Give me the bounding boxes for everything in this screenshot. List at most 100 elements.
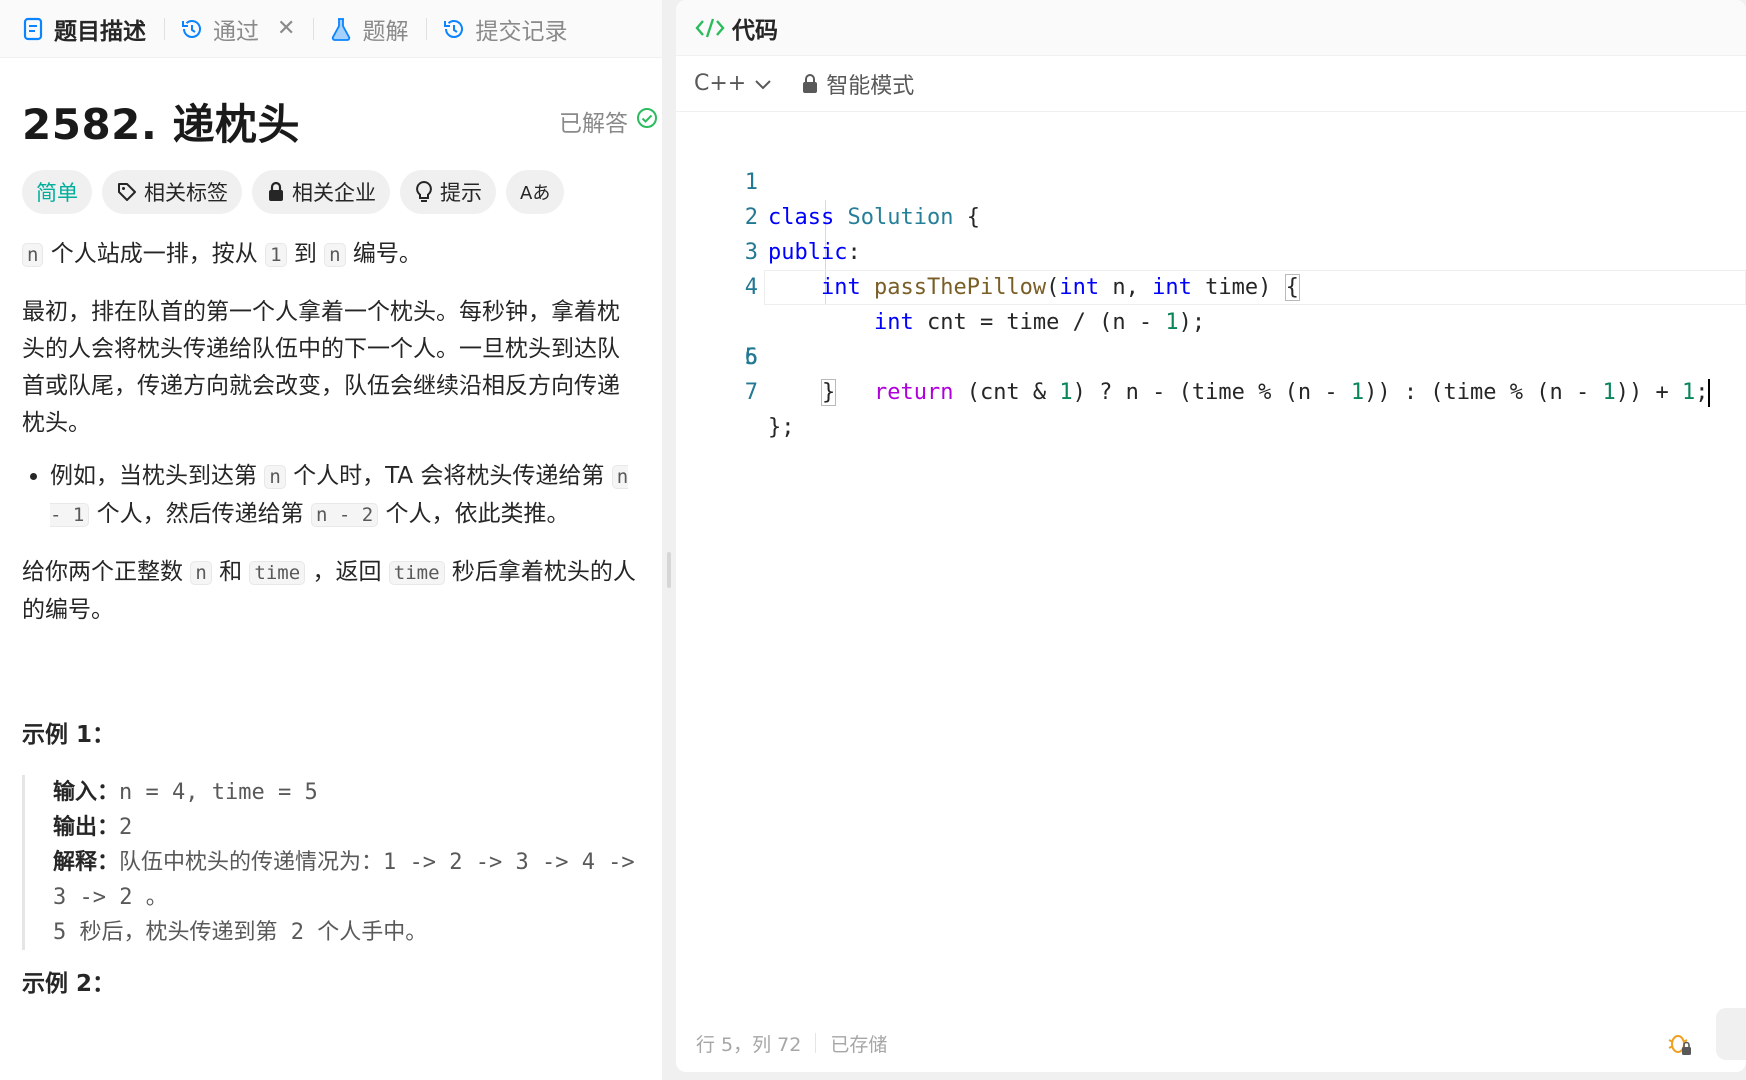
code-line: 2 public: [676,165,1746,265]
description-text: 个人站成一排，按从 [43,241,266,267]
save-status: 已存储 [830,1033,888,1056]
inline-code: n [324,243,346,267]
line-number: 7 [744,380,758,405]
example-output-value: 2 [119,815,133,840]
status-divider [815,1033,817,1053]
solved-label: 已解答 [559,111,628,137]
code-line: 3 int passThePillow(int n, int time) { [676,200,1746,301]
lock-icon [802,73,818,94]
translate-font-button[interactable]: Aあ [506,170,565,214]
description-text: 给你两个正整数 [22,559,191,585]
problem-description: 2582. 递枕头 已解答 简单 相关标签 相关企业 提示 Aあ n 个人站成一… [0,94,662,998]
flask-icon [328,16,354,42]
example-explanation-2: 5 秒后，枕头传递到第 2 个人手中。 [53,920,428,945]
tab-divider [313,17,315,40]
problem-panel: 题目描述 通过 ✕ 题解 提交记录 2582. 递枕头 已解答 简单 相关标签 … [0,0,662,1080]
tab-solutions-label: 题解 [362,18,409,45]
code-line: 1 class Solution { [676,130,1746,230]
description-text: 个人，依此类推。 [378,501,570,527]
inline-code: n [264,465,286,489]
example-title: 示例 2： [22,971,116,997]
inline-code: 1 [265,243,287,267]
description-text: 和 [211,559,250,585]
example-output: 输出：2 [53,810,642,845]
tab-accepted-label: 通过 [213,18,259,45]
code-text: return (cnt & 1) ? n - (time % (n - 1)) … [873,379,1711,407]
left-tab-bar: 题目描述 通过 ✕ 题解 提交记录 [0,0,662,58]
hint-button[interactable]: 提示 [400,170,496,214]
lightbulb-icon [414,180,434,204]
code-line: 6 } [676,305,1746,406]
inline-code: time [249,561,306,585]
description-text: 例如，当枕头到达第 [50,463,265,489]
editor-status-bar: 行 5，列 72 已存储 [676,1014,1746,1072]
example-block: 输入：n = 4, time = 5 输出：2 解释：队伍中枕头的传递情况为：1… [22,775,642,950]
chevron-down-icon [754,78,772,90]
related-tags-button[interactable]: 相关标签 [102,170,242,214]
example-input: 输入：n = 4, time = 5 [53,775,642,810]
close-icon[interactable]: ✕ [277,16,295,41]
language-select[interactable]: C++ [694,71,772,96]
description-text: 编号。 [345,241,422,267]
description-text: 到 [286,241,325,267]
difficulty-badge: 简单 [22,170,92,214]
example-input-value: n = 4, time = 5 [119,780,318,805]
panel-resizer[interactable] [662,0,676,1080]
document-icon [20,16,46,42]
solved-status: 已解答 [559,104,658,138]
tab-divider [426,17,428,40]
tab-description-label: 题目描述 [54,18,146,45]
resize-handle[interactable] [667,552,671,588]
example-title: 示例 1： [22,722,116,748]
inline-code: n [22,243,44,267]
cursor-position: 行 5，列 72 [696,1033,802,1056]
current-line-highlight [764,270,1746,305]
example-input-label: 输入： [53,780,120,805]
tag-icon [116,181,138,203]
side-toggle-button[interactable] [1716,1008,1746,1060]
tab-divider [164,17,165,40]
code-text: }; [768,415,795,440]
tab-description[interactable]: 题目描述 [16,0,160,58]
code-line-current: 5 return (cnt & 1) ? n - (time % (n - 1)… [676,270,1746,407]
problem-title: 2582. 递枕头 [22,99,300,149]
description-paragraph: 最初，排在队首的第一个人拿着一个枕头。每秒钟，拿着枕头的人会将枕头传递给队伍中的… [22,299,620,436]
editor-toolbar: C++ 智能模式 [676,56,1746,112]
history-icon [179,16,205,42]
code-editor[interactable]: 1 class Solution { 2 public: 3 int passT… [676,112,1746,440]
translate-icon: Aあ [520,183,551,204]
related-companies-label: 相关企业 [292,181,376,205]
language-label: C++ [694,71,747,96]
description-text: ，返回 [305,559,389,585]
bullet-list: 例如，当枕头到达第 n 个人时，TA 会将枕头传递给第 n - 1 个人，然后传… [22,458,642,534]
code-line: 4 int cnt = time / (n - 1); [676,235,1746,335]
tag-row: 简单 相关标签 相关企业 提示 Aあ [22,170,642,214]
tab-solutions[interactable]: 题解 [324,0,422,58]
example-explain-text: 队伍中枕头的传递情况为：1 -> 2 -> 3 -> 4 -> 3 -> 2 。 [53,850,635,910]
lock-icon [266,181,286,203]
tab-accepted[interactable]: 通过 ✕ [175,0,309,58]
related-tags-label: 相关标签 [144,181,228,205]
related-companies-button[interactable]: 相关企业 [252,170,390,214]
example-explain-label: 解释： [53,850,120,875]
description-text: 个人时，TA 会将枕头传递给第 [285,463,612,489]
example-output-label: 输出： [53,815,120,840]
tab-submissions[interactable]: 提交记录 [437,0,581,58]
hint-label: 提示 [440,181,482,205]
inline-code: n [190,561,212,585]
code-text: } [820,379,837,406]
smart-mode-button[interactable]: 智能模式 [802,68,914,100]
title-row: 2582. 递枕头 已解答 [22,94,657,149]
description-text: 个人，然后传递给第 [89,501,311,527]
text-cursor [1708,379,1711,407]
list-item: 例如，当枕头到达第 n 个人时，TA 会将枕头传递给第 n - 1 个人，然后传… [50,458,642,534]
code-icon [694,16,726,40]
check-circle-icon [636,107,658,135]
inline-code: n - 2 [310,503,379,527]
history-icon [441,16,467,42]
example-explanation: 解释：队伍中枕头的传递情况为：1 -> 2 -> 3 -> 4 -> 3 -> … [53,845,642,915]
debug-icon[interactable] [1666,1030,1694,1063]
smart-mode-label: 智能模式 [826,73,915,99]
code-panel-title: 代码 [732,17,778,44]
tab-submissions-label: 提交记录 [475,18,568,45]
